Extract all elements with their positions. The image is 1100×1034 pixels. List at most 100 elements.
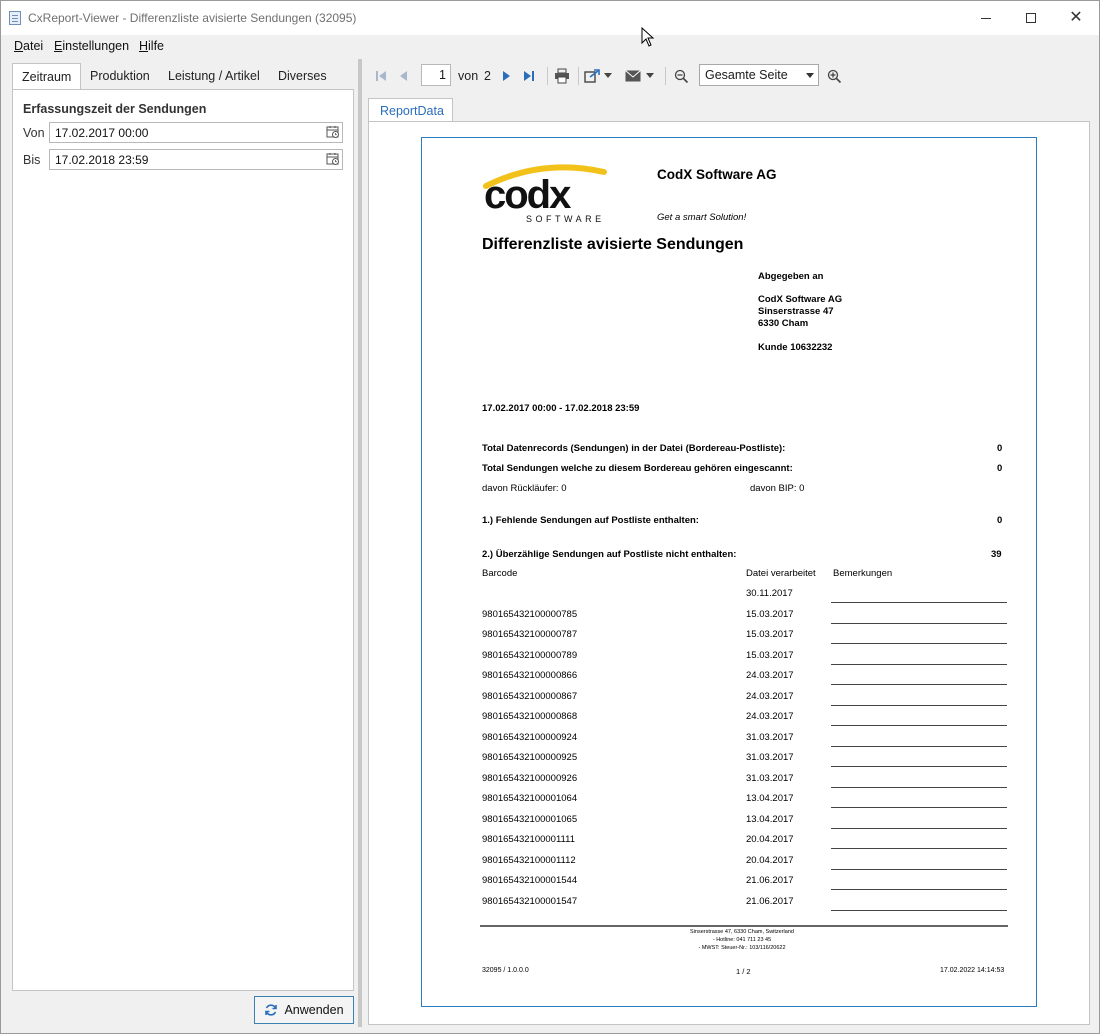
- print-button[interactable]: [552, 66, 572, 86]
- tab-produktion[interactable]: Produktion: [81, 63, 159, 90]
- app-document-icon: [9, 11, 21, 25]
- zoom-in-button[interactable]: [824, 66, 844, 86]
- chevron-down-icon: [806, 73, 814, 78]
- maximize-icon: [1026, 13, 1036, 23]
- envelope-icon: [625, 70, 641, 82]
- calendar-clock-icon[interactable]: [326, 125, 340, 139]
- chevron-down-icon: [646, 73, 654, 78]
- tab-leistung-artikel[interactable]: Leistung / Artikel: [159, 63, 269, 90]
- previous-page-icon: [400, 71, 407, 81]
- previous-page-button[interactable]: [393, 66, 413, 86]
- company-name: CodX Software AG: [657, 167, 777, 182]
- to-label: Bis: [23, 153, 41, 167]
- row-date: 30.11.2017: [746, 588, 793, 599]
- splitter-handle[interactable]: [358, 59, 362, 1027]
- column-barcode: Barcode: [482, 568, 518, 579]
- app-window: CxReport-Viewer - Differenzliste avisier…: [0, 0, 1100, 1034]
- remarks-line: [831, 889, 1007, 890]
- returns-label: davon Rückläufer: 0: [482, 483, 567, 494]
- printer-icon: [555, 68, 569, 84]
- total-scanned-label: Total Sendungen welche zu diesem Bordere…: [482, 463, 793, 474]
- close-icon: ✕: [1069, 9, 1083, 26]
- report-toolbar: 1 von 2 Gesamte Seite: [369, 63, 1089, 89]
- next-page-button[interactable]: [497, 66, 517, 86]
- row-date: 20.04.2017: [746, 834, 794, 845]
- next-page-icon: [503, 71, 510, 81]
- email-dropdown-button[interactable]: [645, 66, 655, 86]
- row-date: 31.03.2017: [746, 772, 794, 784]
- last-page-button[interactable]: [519, 66, 539, 86]
- row-date: 13.04.2017: [746, 813, 794, 825]
- row-date: 21.06.2017: [746, 895, 794, 907]
- export-button[interactable]: [583, 66, 603, 86]
- row-barcode: 980165432100000925: [482, 752, 578, 763]
- zoom-in-icon: [827, 69, 841, 83]
- menu-einstellungen[interactable]: Einstellungen: [54, 39, 129, 53]
- maximize-button[interactable]: [1008, 1, 1054, 35]
- tab-zeitraum[interactable]: Zeitraum: [12, 63, 82, 91]
- page-number-input[interactable]: 1: [421, 64, 451, 86]
- row-date: 31.03.2017: [746, 752, 794, 763]
- remarks-line: [831, 602, 1007, 603]
- row-date: 15.03.2017: [746, 649, 794, 661]
- toolbar-separator: [547, 67, 548, 85]
- export-dropdown-button[interactable]: [603, 66, 613, 86]
- menu-hilfe[interactable]: Hilfe: [139, 39, 164, 53]
- address-line-1: CodX Software AG: [758, 294, 843, 305]
- logo-text: codx: [484, 173, 571, 217]
- filter-pane: Erfassungszeit der Sendungen Von 17.02.2…: [12, 89, 354, 991]
- zoom-select[interactable]: Gesamte Seite: [699, 64, 819, 86]
- footer-timestamp: 17.02.2022 14:14:53: [940, 967, 1005, 974]
- remarks-line: [831, 704, 1007, 706]
- footer-line-3: - MWST: Steuer-Nr.: 103/116/20622: [698, 945, 786, 951]
- remarks-line: [831, 725, 1007, 726]
- report-page: codx SOFTWARE CodX Software AG Get a sma…: [421, 137, 1037, 1007]
- remarks-line: [831, 786, 1007, 788]
- row-barcode: 980165432100000787: [482, 629, 578, 640]
- footer-version: 32095 / 1.0.0.0: [482, 967, 529, 974]
- row-date: 20.04.2017: [746, 854, 794, 866]
- minimize-button[interactable]: [963, 1, 1009, 35]
- row-barcode: 980165432100001111: [482, 834, 575, 845]
- zoom-out-button[interactable]: [671, 66, 691, 86]
- mouse-cursor-icon: [641, 27, 655, 47]
- row-barcode: 980165432100000866: [482, 670, 578, 681]
- tab-diverses[interactable]: Diverses: [269, 63, 336, 90]
- row-barcode: 980165432100001065: [482, 813, 578, 825]
- report-title: Differenzliste avisierte Sendungen: [482, 236, 744, 253]
- first-page-icon: [376, 71, 386, 81]
- row-date: 21.06.2017: [746, 875, 794, 886]
- total-scanned-value: 0: [997, 463, 1003, 474]
- refresh-icon: [265, 1004, 278, 1016]
- row-barcode: 980165432100001544: [482, 875, 578, 886]
- missing-value: 0: [997, 515, 1003, 526]
- title-bar[interactable]: CxReport-Viewer - Differenzliste avisier…: [1, 1, 1099, 35]
- close-button[interactable]: ✕: [1053, 1, 1099, 35]
- row-barcode: 980165432100000867: [482, 690, 578, 702]
- email-button[interactable]: [623, 66, 643, 86]
- chevron-down-icon: [604, 73, 612, 78]
- company-slogan: Get a smart Solution!: [657, 212, 747, 223]
- footer-divider: [480, 925, 1008, 927]
- page-of-label: von: [458, 69, 479, 83]
- calendar-clock-icon[interactable]: [326, 152, 340, 166]
- logo-subtext: SOFTWARE: [526, 214, 605, 224]
- excess-value: 39: [991, 549, 1002, 560]
- row-date: 24.03.2017: [746, 711, 794, 722]
- to-date-input[interactable]: 17.02.2018 23:59: [49, 149, 343, 170]
- menu-datei[interactable]: Datei: [14, 39, 43, 53]
- bip-label: davon BIP: 0: [750, 483, 805, 494]
- report-period: 17.02.2017 00:00 - 17.02.2018 23:59: [482, 403, 640, 414]
- address-line-3: 6330 Cham: [758, 318, 809, 329]
- tab-reportdata[interactable]: ReportData: [368, 98, 453, 122]
- row-barcode: 980165432100000868: [482, 711, 578, 722]
- remarks-line: [831, 663, 1007, 665]
- export-icon: [584, 69, 600, 83]
- first-page-button[interactable]: [371, 66, 391, 86]
- from-date-input[interactable]: 17.02.2017 00:00: [49, 122, 343, 143]
- total-records-value: 0: [997, 443, 1003, 454]
- apply-button[interactable]: Anwenden: [254, 996, 354, 1024]
- excess-label: 2.) Überzählige Sendungen auf Postliste …: [482, 549, 737, 560]
- from-label: Von: [23, 126, 45, 140]
- toolbar-separator: [665, 67, 666, 85]
